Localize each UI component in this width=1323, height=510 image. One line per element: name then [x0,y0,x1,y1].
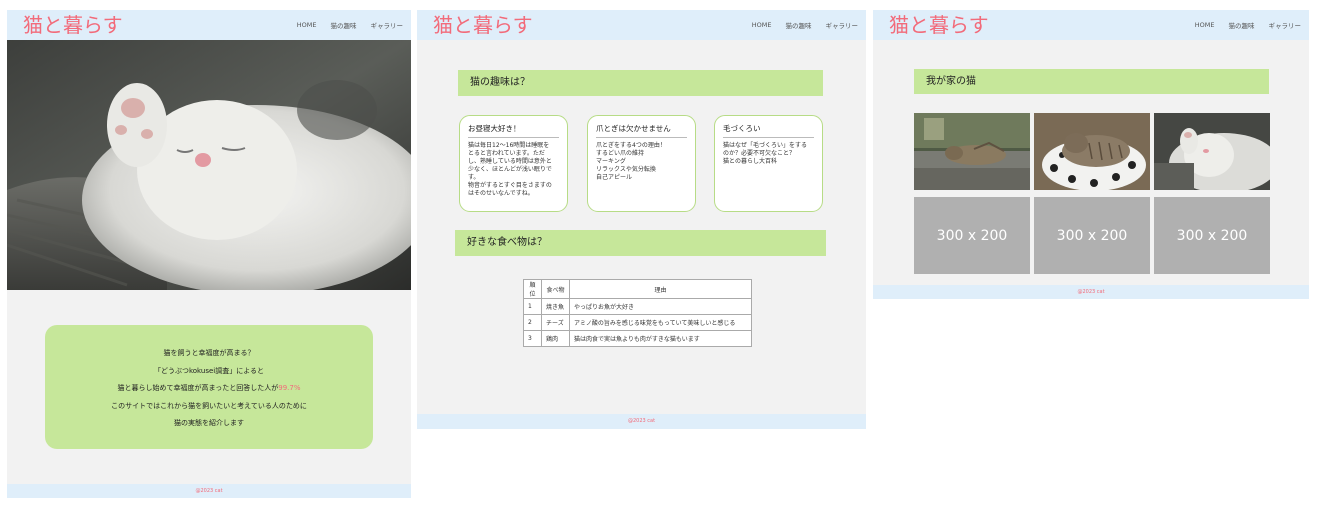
main-nav: HOME 猫の趣味 ギャラリー [1195,10,1301,40]
card-title: 毛づくろい [723,123,814,138]
hobby-card-sleep: お昼寝大好き！ 猫は毎日12〜16時間は睡眠を とると言われています。ただ し、… [459,115,568,212]
intro-line-1: 猫を飼うと幸福度が高まる？ [163,349,255,357]
table-row: 1 焼き魚 やっぱりお魚が大好き [523,298,752,315]
site-logo[interactable]: 猫と暮らす [23,11,123,39]
table-row: 3 鶏肉 猫は肉食で実は魚よりも肉がすきな猫もいます [523,330,752,347]
food-heading-bar: 好きな食べ物は？ [455,230,826,256]
table-header: 理由 [569,279,752,299]
hobby-heading-bar: 猫の趣味は？ [458,70,823,96]
intro-line-3: 猫と暮らし始めて幸福度が高まったと回答した人が99.7% [45,380,373,398]
card-body: 猫はなぜ「毛づくろい」をする のか？必要不可欠なこと？ 猫との暮らし大百科 [723,142,808,165]
table-cell: チーズ [541,314,570,331]
intro-line-2: 「どうぶつkokusei調査」によると [153,366,265,375]
hobby-card-scratching: 爪とぎは欠かせません 爪とぎをする4つの理由！ するどい爪の維持 マーキング リ… [587,115,696,212]
nav-hobby[interactable]: 猫の趣味 [1229,20,1255,30]
table-cell: 2 [523,314,542,331]
table-cell: 1 [523,298,542,315]
intro-line-3-text: 猫と暮らし始めて幸福度が高まったと回答した人が [117,384,279,392]
site-footer: @2023 cat [873,285,1309,299]
card-title: 爪とぎは欠かせません [596,123,687,138]
nav-gallery[interactable]: ギャラリー [1269,20,1302,30]
hero-cat-photo [7,40,411,290]
intro-box: 猫を飼うと幸福度が高まる？ 「どうぶつkokusei調査」によると 猫と暮らし始… [45,325,373,449]
table-cell: 鶏肉 [541,330,570,347]
gallery-placeholder-2[interactable]: 300 x 200 [1034,197,1150,274]
main-nav: HOME 猫の趣味 ギャラリー [752,10,858,40]
site-logo[interactable]: 猫と暮らす [889,11,989,39]
site-header: 猫と暮らす HOME 猫の趣味 ギャラリー [417,10,866,40]
gallery-placeholder-3[interactable]: 300 x 200 [1154,197,1270,274]
gallery-photo-2[interactable] [1034,113,1150,190]
nav-home[interactable]: HOME [297,21,317,29]
food-heading: 好きな食べ物は？ [467,237,547,248]
gallery-placeholder-1[interactable]: 300 x 200 [914,197,1030,274]
nav-home[interactable]: HOME [1195,21,1215,29]
table-cell: 3 [523,330,542,347]
card-body: 爪とぎをする4つの理由！ するどい爪の維持 マーキング リラックスや気分転換 自… [596,142,666,181]
nav-home[interactable]: HOME [752,21,772,29]
main-nav: HOME 猫の趣味 ギャラリー [297,10,403,40]
intro-line-5: 猫の実態を紹介します [174,419,244,427]
table-header: 食べ物 [541,279,570,299]
table-row: 2 チーズ アミノ酸の旨みを感じる味覚をもっていて美味しいと感じる [523,314,752,331]
nav-hobby[interactable]: 猫の趣味 [786,20,812,30]
site-logo[interactable]: 猫と暮らす [433,11,533,39]
gallery-page: 猫と暮らす HOME 猫の趣味 ギャラリー 我が家の猫 300 x 200 30… [873,10,1309,299]
hobby-heading: 猫の趣味は？ [470,77,530,88]
table-cell: 猫は肉食で実は魚よりも肉がすきな猫もいます [569,330,752,347]
gallery-heading-bar: 我が家の猫 [914,69,1269,94]
intro-highlight-percent: 99.7% [278,384,301,392]
site-header: 猫と暮らす HOME 猫の趣味 ギャラリー [873,10,1309,40]
site-footer: @2023 cat [7,484,411,498]
gallery-photo-3[interactable] [1154,113,1270,190]
gallery-heading: 我が家の猫 [926,76,976,87]
table-cell: やっぱりお魚が大好き [569,298,752,315]
gallery-photo-1[interactable] [914,113,1030,190]
hobby-page: 猫と暮らす HOME 猫の趣味 ギャラリー 猫の趣味は？ お昼寝大好き！ 猫は毎… [417,10,866,429]
card-body: 猫は毎日12〜16時間は睡眠を とると言われています。ただ し、熟睡している時間… [468,142,552,197]
hobby-card-grooming: 毛づくろい 猫はなぜ「毛づくろい」をする のか？必要不可欠なこと？ 猫との暮らし… [714,115,823,212]
nav-gallery[interactable]: ギャラリー [826,20,859,30]
site-header: 猫と暮らす HOME 猫の趣味 ギャラリー [7,10,411,40]
table-cell: アミノ酸の旨みを感じる味覚をもっていて美味しいと感じる [569,314,752,331]
card-title: お昼寝大好き！ [468,123,559,138]
table-header: 順位 [523,279,542,299]
table-header-row: 順位 食べ物 理由 [523,279,752,299]
food-ranking-table: 順位 食べ物 理由 1 焼き魚 やっぱりお魚が大好き 2 チーズ アミノ酸の旨み… [523,279,752,347]
table-cell: 焼き魚 [541,298,570,315]
nav-gallery[interactable]: ギャラリー [371,20,404,30]
site-footer: @2023 cat [417,414,866,429]
intro-line-4: このサイトではこれから猫を飼いたいと考えている人のために [111,401,307,410]
home-page: 猫と暮らす HOME 猫の趣味 ギャラリー 猫を飼うと幸福度が高まる？ 「どうぶ… [7,10,411,498]
nav-hobby[interactable]: 猫の趣味 [331,20,357,30]
